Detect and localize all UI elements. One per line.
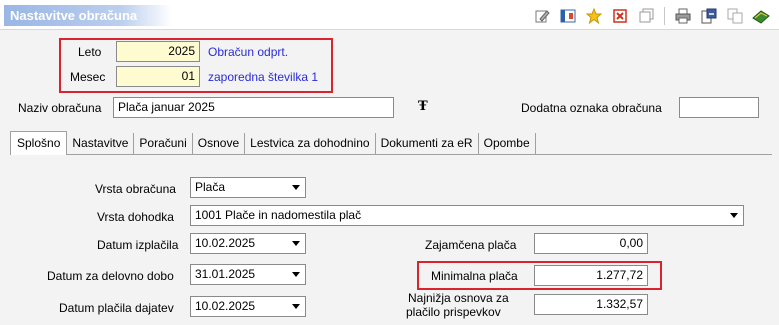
naziv-obracuna-label: Naziv obračuna (18, 101, 102, 115)
tab-strip: Splošno Nastavitve Poračuni Osnove Lestv… (10, 131, 536, 155)
star-icon[interactable] (584, 6, 604, 26)
datum-dajatev-label: Datum plačila dajatev (59, 301, 174, 315)
minimalna-placa-input[interactable]: 1.277,72 (534, 265, 648, 286)
print-icon[interactable] (673, 6, 693, 26)
vrsta-obracuna-value: Plača (195, 180, 226, 194)
najnizja-osnova-input[interactable]: 1.332,57 (534, 294, 648, 315)
vrsta-obracuna-select[interactable]: Plača (190, 177, 306, 198)
tab-dokumenti-er[interactable]: Dokumenti za eR (376, 133, 479, 154)
text-format-icon[interactable]: Ŧ (418, 99, 428, 114)
tab-opombe[interactable]: Opombe (479, 133, 536, 154)
datum-dajatev-select[interactable]: 10.02.2025 (190, 296, 306, 317)
vrsta-dohodka-select[interactable]: 1001 Plače in nadomestila plač (190, 205, 744, 226)
zajamcena-placa-input[interactable]: 0,00 (534, 233, 648, 254)
leto-input[interactable]: 2025 (116, 41, 200, 62)
datum-delovno-select[interactable]: 31.01.2025 (190, 264, 306, 285)
tab-nastavitve[interactable]: Nastavitve (67, 133, 135, 154)
tab-lestvica[interactable]: Lestvica za dohodnino (245, 133, 376, 154)
toolbar-separator (664, 7, 665, 25)
chevron-down-icon[interactable] (287, 234, 305, 253)
chevron-down-icon[interactable] (725, 206, 743, 225)
tab-splosno[interactable]: Splošno (10, 131, 68, 155)
window-icon[interactable] (636, 6, 656, 26)
zaporedna-note: zaporedna številka 1 (208, 70, 319, 84)
mesec-input[interactable]: 01 (116, 66, 200, 87)
book-icon[interactable] (751, 6, 771, 26)
datum-izplacila-label: Datum izplačila (97, 238, 179, 252)
vrsta-dohodka-value: 1001 Plače in nadomestila plač (195, 208, 362, 222)
vrsta-dohodka-label: Vrsta dohodka (97, 210, 174, 224)
dodatna-oznaka-input[interactable] (679, 97, 759, 118)
datum-izplacila-value: 10.02.2025 (195, 236, 256, 250)
najnizja-osnova-label-line2: plačilo prispevkov (406, 305, 501, 319)
datum-delovno-value: 31.01.2025 (195, 267, 256, 281)
chevron-down-icon[interactable] (287, 265, 305, 284)
minimalna-placa-label: Minimalna plača (431, 269, 518, 283)
chevron-down-icon[interactable] (287, 297, 305, 316)
naziv-obracuna-input[interactable]: Plača januar 2025 (113, 97, 394, 118)
zajamcena-placa-label: Zajamčena plača (425, 238, 517, 252)
najnizja-osnova-label-line1: Najnižja osnova za (408, 291, 509, 305)
datum-izplacila-select[interactable]: 10.02.2025 (190, 233, 306, 254)
edit-icon[interactable] (532, 6, 552, 26)
export-icon[interactable] (699, 6, 719, 26)
window-titlebar: Nastavitve obračuna (0, 0, 779, 30)
obracun-status-note: Obračun odprt. (208, 45, 289, 59)
datum-dajatev-value: 10.02.2025 (195, 299, 256, 313)
tab-poracuni[interactable]: Poračuni (134, 133, 193, 154)
chevron-down-icon[interactable] (287, 178, 305, 197)
tab-osnove[interactable]: Osnove (193, 133, 246, 154)
leto-label: Leto (78, 45, 102, 59)
delete-icon[interactable] (610, 6, 630, 26)
dodatna-oznaka-label: Dodatna oznaka obračuna (521, 101, 662, 115)
copy-icon[interactable] (725, 6, 745, 26)
toolbar (532, 6, 771, 26)
mesec-label: Mesec (70, 70, 106, 84)
vrsta-obracuna-label: Vrsta obračuna (95, 182, 176, 196)
window-title: Nastavitve obračuna (4, 5, 172, 26)
datum-delovno-label: Datum za delovno dobo (47, 269, 174, 283)
columns-icon[interactable] (558, 6, 578, 26)
